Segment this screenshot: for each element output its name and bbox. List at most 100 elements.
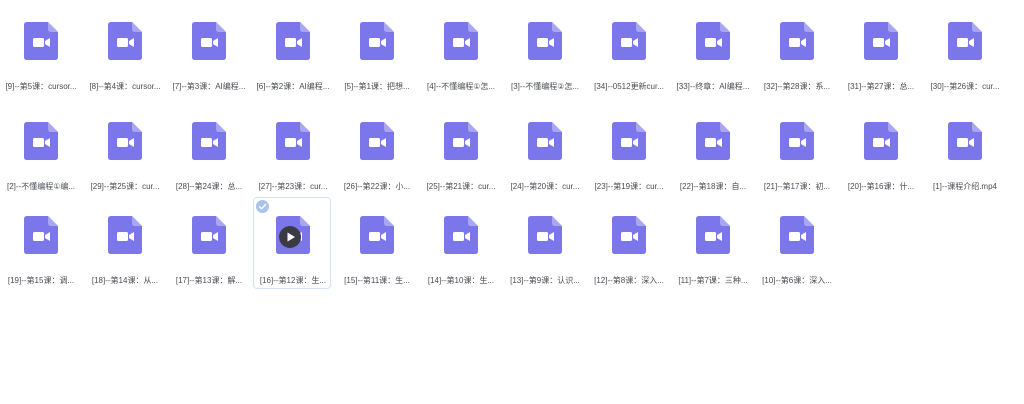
video-file-icon	[528, 22, 562, 60]
file-tile[interactable]: [20]--第16课：什...	[841, 103, 919, 195]
file-name-label: [6]--第2课：AI编程...	[256, 82, 330, 91]
video-file-icon	[444, 216, 478, 254]
file-tile[interactable]: [15]--第11课：生...	[337, 197, 415, 289]
file-name-label: [33]--终章：AI编程...	[676, 82, 750, 91]
file-name-label: [28]--第24课：总...	[175, 182, 243, 191]
file-tile[interactable]: [16]--第12课：生...	[253, 197, 331, 289]
file-tile[interactable]: [32]--第28课：系...	[757, 3, 835, 95]
file-tile[interactable]: [1]--课程介绍.mp4	[925, 103, 1003, 195]
video-file-icon	[192, 216, 226, 254]
file-tile[interactable]: [17]--第13课：解...	[169, 197, 247, 289]
video-file-icon	[360, 122, 394, 160]
file-name-label: [11]--第7课：三种...	[678, 276, 748, 285]
file-tile[interactable]: [10]--第6课：深入...	[757, 197, 835, 289]
video-file-icon	[780, 122, 814, 160]
video-file-icon	[444, 122, 478, 160]
video-file-icon	[276, 22, 310, 60]
video-file-icon	[612, 22, 646, 60]
file-tile[interactable]: [33]--终章：AI编程...	[673, 3, 751, 95]
video-file-icon	[24, 122, 58, 160]
file-tile[interactable]: [13]--第9课：认识...	[505, 197, 583, 289]
file-name-label: [27]--第23课：cur...	[258, 182, 328, 191]
file-tile[interactable]: [25]--第21课：cur...	[421, 103, 499, 195]
video-file-icon	[24, 22, 58, 60]
file-tile[interactable]: [8]--第4课：cursor...	[85, 3, 163, 95]
video-file-icon	[528, 22, 562, 60]
file-tile[interactable]: [28]--第24课：总...	[169, 103, 247, 195]
video-file-icon	[696, 216, 730, 254]
file-tile[interactable]: [34]--0512更新cur...	[589, 3, 667, 95]
file-tile[interactable]: [31]--第27课：总...	[841, 3, 919, 95]
video-file-icon	[444, 216, 478, 254]
file-tile[interactable]: [22]--第18课：自...	[673, 103, 751, 195]
video-file-icon	[780, 122, 814, 160]
video-file-icon	[276, 122, 310, 160]
file-grid: [9]--第5课：cursor... [8]--第4课：cursor... [7]-…	[0, 0, 1024, 404]
video-file-icon	[108, 122, 142, 160]
video-file-icon	[696, 22, 730, 60]
video-file-icon	[108, 216, 142, 254]
file-tile[interactable]: [18]--第14课：从...	[85, 197, 163, 289]
file-name-label: [15]--第11课：生...	[344, 276, 410, 285]
file-tile[interactable]: [19]--第15课：调...	[1, 197, 79, 289]
file-tile[interactable]: [6]--第2课：AI编程...	[253, 3, 331, 95]
file-name-label: [23]--第19课：cur...	[594, 182, 664, 191]
video-file-icon	[108, 122, 142, 160]
video-file-icon	[612, 216, 646, 254]
file-tile[interactable]: [30]--第26课：cur...	[925, 3, 1003, 95]
file-name-label: [30]--第26课：cur...	[930, 82, 1000, 91]
video-file-icon	[948, 22, 982, 60]
file-tile[interactable]: [3]--不懂编程②怎...	[505, 3, 583, 95]
video-file-icon	[696, 122, 730, 160]
file-name-label: [16]--第12课：生...	[259, 276, 327, 285]
video-file-icon	[864, 22, 898, 60]
video-file-icon	[780, 22, 814, 60]
video-file-icon	[612, 22, 646, 60]
file-tile[interactable]: [4]--不懂编程①怎...	[421, 3, 499, 95]
video-file-icon	[780, 216, 814, 254]
video-file-icon	[696, 22, 730, 60]
file-tile[interactable]: [5]--第1课：把想...	[337, 3, 415, 95]
video-file-icon	[360, 122, 394, 160]
file-name-label: [24]--第20课：cur...	[510, 182, 580, 191]
file-tile[interactable]: [21]--第17课：初...	[757, 103, 835, 195]
video-file-icon	[108, 216, 142, 254]
file-tile[interactable]: [23]--第19课：cur...	[589, 103, 667, 195]
file-name-label: [31]--第27课：总...	[847, 82, 915, 91]
file-name-label: [5]--第1课：把想...	[344, 82, 410, 91]
file-tile[interactable]: [7]--第3课：AI编程...	[169, 3, 247, 95]
file-name-label: [34]--0512更新cur...	[594, 82, 664, 91]
file-name-label: [22]--第18课：自...	[679, 182, 747, 191]
video-file-icon	[360, 22, 394, 60]
play-icon[interactable]	[279, 226, 301, 248]
check-icon[interactable]	[256, 200, 269, 213]
video-file-icon	[696, 122, 730, 160]
file-name-label: [21]--第17课：初...	[763, 182, 831, 191]
file-name-label: [4]--不懂编程①怎...	[426, 82, 496, 91]
video-file-icon	[108, 22, 142, 60]
file-tile[interactable]: [9]--第5课：cursor...	[1, 3, 79, 95]
video-file-icon	[360, 216, 394, 254]
file-name-label: [19]--第15课：调...	[7, 276, 75, 285]
video-file-icon	[444, 122, 478, 160]
file-tile[interactable]: [24]--第20课：cur...	[505, 103, 583, 195]
file-name-label: [3]--不懂编程②怎...	[510, 82, 580, 91]
video-file-icon	[948, 22, 982, 60]
video-file-icon	[696, 216, 730, 254]
file-tile[interactable]: [26]--第22课：小...	[337, 103, 415, 195]
video-file-icon	[444, 22, 478, 60]
video-file-icon	[864, 122, 898, 160]
file-tile[interactable]: [2]--不懂编程①编...	[1, 103, 79, 195]
file-tile[interactable]: [29]--第25课：cur...	[85, 103, 163, 195]
video-file-icon	[276, 22, 310, 60]
file-tile[interactable]: [14]--第10课：生...	[421, 197, 499, 289]
file-tile[interactable]: [11]--第7课：三种...	[673, 197, 751, 289]
file-tile[interactable]: [12]--第8课：深入...	[589, 197, 667, 289]
file-name-label: [10]--第6课：深入...	[762, 276, 832, 285]
file-tile[interactable]: [27]--第23课：cur...	[253, 103, 331, 195]
video-file-icon	[528, 216, 562, 254]
video-file-icon	[612, 122, 646, 160]
video-file-icon	[192, 22, 226, 60]
file-name-label: [9]--第5课：cursor...	[5, 82, 77, 91]
video-file-icon	[192, 216, 226, 254]
